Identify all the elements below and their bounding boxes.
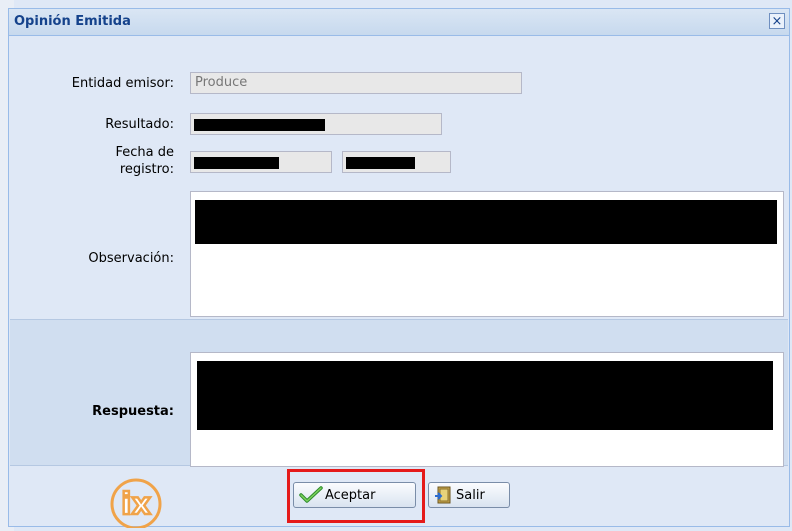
redacted-block [195,200,777,244]
dialog-titlebar[interactable]: Opinión Emitida × [9,9,789,36]
ix-logo-icon: ix [110,478,162,528]
observacion-textarea[interactable] [190,191,784,317]
opinion-dialog: Opinión Emitida × Entidad emisor: Produc… [8,8,790,527]
opinion-section: Entidad emisor: Produce Resultado: Fecha… [10,36,788,320]
fecha-time-field[interactable] [342,151,451,173]
accept-button-label: Aceptar [325,487,376,503]
resultado-field[interactable] [190,113,442,135]
exit-button[interactable]: Salir [428,482,510,508]
fecha-label-line2: registro: [119,162,174,177]
close-icon[interactable]: × [769,13,785,29]
dialog-title: Opinión Emitida [14,14,131,29]
respuesta-textarea[interactable] [190,352,784,467]
accept-button[interactable]: Aceptar [293,482,416,508]
fecha-label: Fecha de registro: [20,144,175,178]
entidad-field[interactable]: Produce [190,72,522,94]
fecha-date-field[interactable] [190,151,332,173]
checkmark-icon [299,486,323,503]
redacted-block [194,157,279,169]
svg-text:ix: ix [121,487,151,522]
fecha-label-line1: Fecha de [115,145,175,160]
redacted-block [194,119,325,131]
response-section: Respuesta: [10,320,788,467]
observacion-label: Observación: [88,251,174,266]
respuesta-label: Respuesta: [92,404,174,419]
exit-door-icon [435,486,451,504]
entidad-label: Entidad emisor: [71,76,174,91]
redacted-block [197,361,773,430]
redacted-block [346,157,415,169]
exit-button-label: Salir [456,487,485,503]
resultado-label: Resultado: [105,117,174,132]
